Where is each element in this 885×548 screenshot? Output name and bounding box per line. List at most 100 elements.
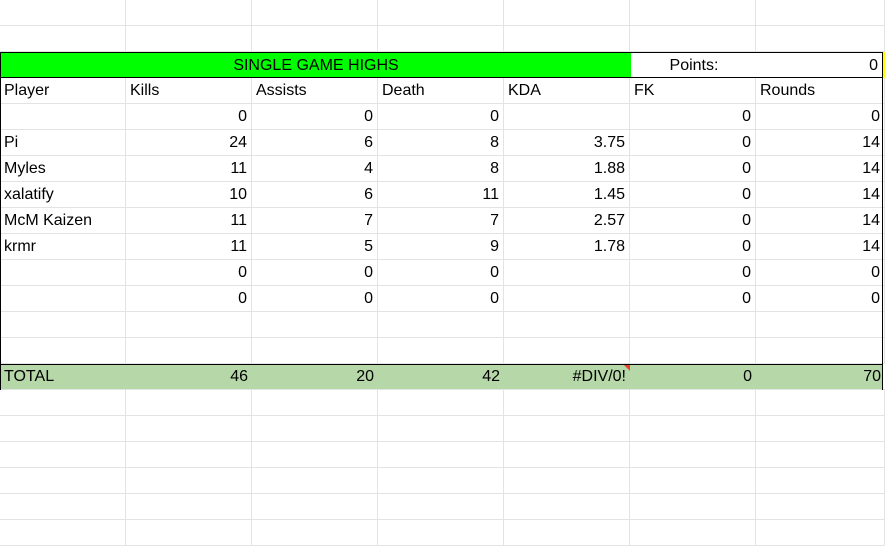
table-cell-assists[interactable]: 5 (252, 234, 378, 260)
table-cell-kills[interactable]: 0 (126, 104, 252, 130)
table-cell-rounds[interactable] (756, 338, 885, 364)
total-fk[interactable]: 0 (630, 364, 756, 390)
empty-cell[interactable] (378, 0, 504, 26)
empty-cell[interactable] (504, 520, 630, 546)
empty-cell[interactable] (252, 26, 378, 52)
table-cell-kills[interactable]: 11 (126, 208, 252, 234)
table-cell-kda[interactable] (504, 338, 630, 364)
empty-cell[interactable] (504, 26, 630, 52)
table-cell-rounds[interactable]: 0 (756, 286, 885, 312)
empty-cell[interactable] (756, 416, 885, 442)
table-cell-fk[interactable]: 0 (630, 208, 756, 234)
empty-cell[interactable] (252, 494, 378, 520)
empty-cell[interactable] (0, 26, 126, 52)
empty-cell[interactable] (126, 494, 252, 520)
table-cell-kills[interactable]: 0 (126, 260, 252, 286)
table-cell-rounds[interactable] (756, 312, 885, 338)
table-cell-death[interactable] (378, 338, 504, 364)
empty-cell[interactable] (504, 0, 630, 26)
table-cell-assists[interactable]: 0 (252, 286, 378, 312)
table-cell-rounds[interactable]: 0 (756, 260, 885, 286)
table-cell-fk[interactable]: 0 (630, 104, 756, 130)
table-cell-assists[interactable]: 4 (252, 156, 378, 182)
empty-cell[interactable] (630, 494, 756, 520)
table-cell-player[interactable]: krmr (0, 234, 126, 260)
empty-cell[interactable] (756, 26, 885, 52)
empty-cell[interactable] (252, 0, 378, 26)
total-assists[interactable]: 20 (252, 364, 378, 390)
empty-cell[interactable] (378, 468, 504, 494)
table-cell-kda[interactable] (504, 286, 630, 312)
empty-cell[interactable] (504, 390, 630, 416)
total-kills[interactable]: 46 (126, 364, 252, 390)
table-cell-kills[interactable]: 0 (126, 286, 252, 312)
empty-cell[interactable] (756, 520, 885, 546)
table-cell-player[interactable] (0, 312, 126, 338)
empty-cell[interactable] (0, 416, 126, 442)
table-cell-player[interactable] (0, 104, 126, 130)
table-cell-death[interactable]: 11 (378, 182, 504, 208)
table-cell-death[interactable]: 7 (378, 208, 504, 234)
single-game-highs-banner[interactable]: SINGLE GAME HIGHS (0, 52, 631, 78)
empty-cell[interactable] (630, 390, 756, 416)
column-header-rounds[interactable]: Rounds (756, 78, 885, 104)
table-cell-player[interactable]: Pi (0, 130, 126, 156)
table-cell-rounds[interactable]: 14 (756, 156, 885, 182)
empty-cell[interactable] (378, 26, 504, 52)
empty-cell[interactable] (504, 442, 630, 468)
empty-cell[interactable] (252, 520, 378, 546)
table-cell-player[interactable]: Myles (0, 156, 126, 182)
table-cell-kda[interactable] (504, 104, 630, 130)
table-cell-fk[interactable]: 0 (630, 234, 756, 260)
table-cell-fk[interactable] (630, 312, 756, 338)
table-cell-rounds[interactable]: 14 (756, 130, 885, 156)
table-cell-assists[interactable]: 6 (252, 182, 378, 208)
empty-cell[interactable] (630, 26, 756, 52)
total-rounds[interactable]: 70 (756, 364, 885, 390)
empty-cell[interactable] (630, 468, 756, 494)
table-cell-rounds[interactable]: 14 (756, 182, 885, 208)
empty-cell[interactable] (630, 416, 756, 442)
table-cell-kda[interactable]: 3.75 (504, 130, 630, 156)
empty-cell[interactable] (126, 520, 252, 546)
table-cell-fk[interactable]: 0 (630, 182, 756, 208)
total-kda[interactable]: #DIV/0! (504, 364, 630, 390)
empty-cell[interactable] (126, 468, 252, 494)
spreadsheet-grid[interactable]: Player Kills Assists Death KDA FK Rounds 0 0 0 0 0 P… (0, 0, 885, 548)
empty-cell[interactable] (0, 468, 126, 494)
table-cell-assists[interactable]: 0 (252, 260, 378, 286)
empty-cell[interactable] (126, 390, 252, 416)
empty-cell[interactable] (378, 442, 504, 468)
table-cell-kda[interactable]: 1.88 (504, 156, 630, 182)
table-cell-kills[interactable]: 10 (126, 182, 252, 208)
empty-cell[interactable] (756, 0, 885, 26)
empty-cell[interactable] (630, 520, 756, 546)
empty-cell[interactable] (0, 520, 126, 546)
column-header-kda[interactable]: KDA (504, 78, 630, 104)
table-cell-fk[interactable]: 0 (630, 286, 756, 312)
table-cell-kda[interactable]: 1.78 (504, 234, 630, 260)
table-cell-assists[interactable] (252, 338, 378, 364)
table-cell-player[interactable]: McM Kaizen (0, 208, 126, 234)
table-cell-kda[interactable] (504, 260, 630, 286)
empty-cell[interactable] (378, 390, 504, 416)
table-cell-player[interactable] (0, 338, 126, 364)
column-header-kills[interactable]: Kills (126, 78, 252, 104)
empty-cell[interactable] (126, 442, 252, 468)
empty-cell[interactable] (252, 442, 378, 468)
table-cell-player[interactable] (0, 260, 126, 286)
points-value[interactable]: 0 (757, 52, 883, 78)
empty-cell[interactable] (378, 520, 504, 546)
table-cell-player[interactable]: xalatify (0, 182, 126, 208)
table-cell-fk[interactable]: 0 (630, 156, 756, 182)
table-cell-death[interactable]: 8 (378, 156, 504, 182)
empty-cell[interactable] (378, 416, 504, 442)
empty-cell[interactable] (0, 0, 126, 26)
empty-cell[interactable] (756, 468, 885, 494)
table-cell-death[interactable]: 0 (378, 104, 504, 130)
table-cell-death[interactable] (378, 312, 504, 338)
table-cell-kills[interactable] (126, 338, 252, 364)
column-header-assists[interactable]: Assists (252, 78, 378, 104)
table-cell-assists[interactable]: 6 (252, 130, 378, 156)
table-cell-kills[interactable] (126, 312, 252, 338)
